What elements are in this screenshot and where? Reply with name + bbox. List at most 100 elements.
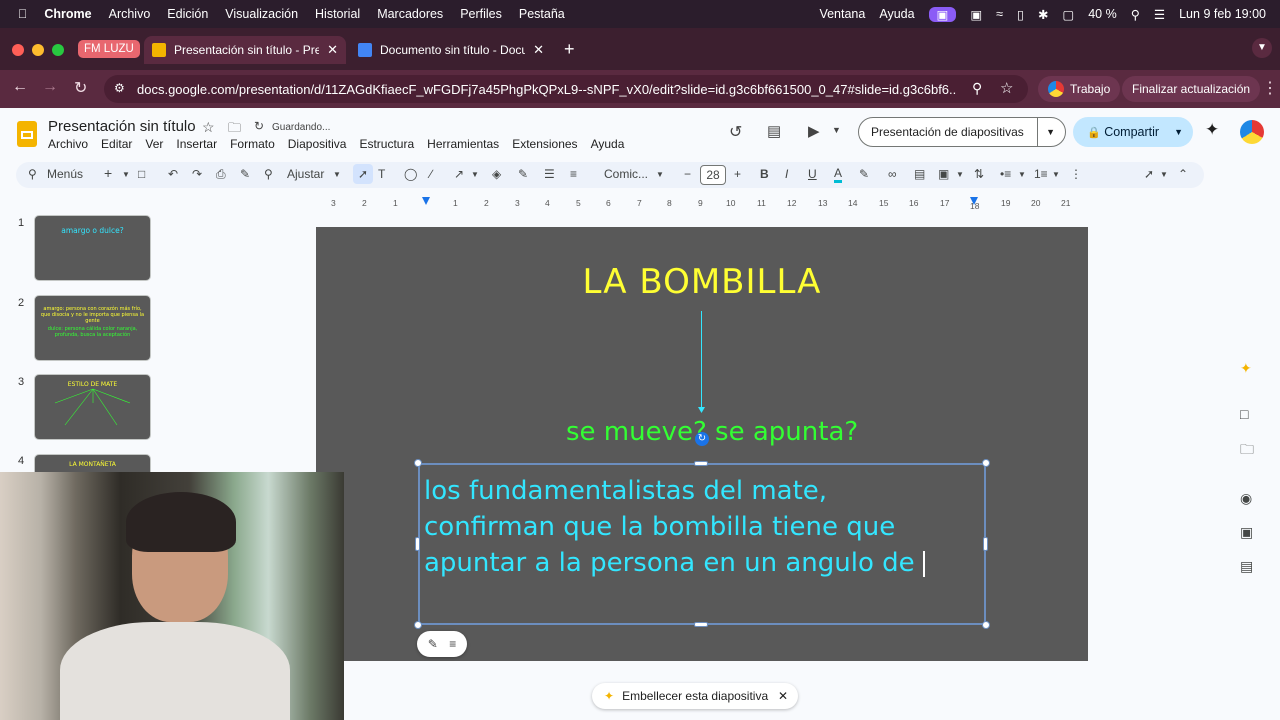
slide-body-text[interactable]: los fundamentalistas del mate, confirman… [424, 473, 984, 581]
menu-extensiones[interactable]: Extensiones [512, 137, 577, 151]
resize-handle[interactable] [694, 622, 708, 627]
slide-filmstrip[interactable]: 1 amargo o dulce? 2 amargo: persona con … [0, 212, 170, 484]
redo-icon[interactable]: ↷ [192, 167, 202, 181]
paint-format-icon[interactable]: ✎ [240, 167, 250, 181]
resize-handle[interactable] [982, 459, 990, 467]
menubar-view[interactable]: Visualización [225, 7, 298, 21]
slideshow-button[interactable]: Presentación de diapositivas ▼ [858, 117, 1066, 147]
zoom-dropdown-icon[interactable]: ▼ [333, 170, 341, 179]
gemini-icon[interactable]: ✦ [1205, 120, 1219, 140]
menubar-history[interactable]: Historial [315, 7, 360, 21]
slides-panel-icon[interactable]: ▤ [1240, 558, 1253, 575]
tab-document[interactable]: Documento sin título - Docum ✕ [350, 36, 552, 64]
numbered-dropdown-icon[interactable]: ▼ [1052, 170, 1060, 179]
menu-diapositiva[interactable]: Diapositiva [288, 137, 347, 151]
menubar-edit[interactable]: Edición [167, 7, 208, 21]
record-icon[interactable]: ◉ [1240, 490, 1252, 507]
resize-handle[interactable] [694, 461, 708, 466]
tab-group-fm-luzu[interactable]: FM LUZU [78, 40, 140, 58]
border-color-icon[interactable]: ✎ [518, 167, 528, 181]
fill-color-icon[interactable]: ◈ [492, 167, 501, 181]
beautify-slide-chip[interactable]: ✦ Embellecer esta diapositiva ✕ [592, 683, 798, 709]
select-cursor-icon[interactable]: ➚ [353, 164, 373, 184]
bullets-dropdown-icon[interactable]: ▼ [1018, 170, 1026, 179]
menubar-window[interactable]: Ventana [819, 7, 865, 21]
battery-menu-icon[interactable]: ▯ [1017, 7, 1024, 22]
version-history-icon[interactable]: ↺ [729, 122, 742, 142]
slide-canvas[interactable]: LA BOMBILLA se mueve? se apunta? ↻ los f… [316, 227, 1088, 661]
slide-thumbnail-1[interactable]: amargo o dulce? [34, 215, 151, 281]
font-select[interactable]: Comic... [604, 167, 648, 181]
decrease-font-icon[interactable]: − [684, 167, 691, 181]
menubar-tab[interactable]: Pestaña [519, 7, 565, 21]
menu-editar[interactable]: Editar [101, 137, 132, 151]
text-align-icon[interactable]: ≡ [940, 167, 947, 181]
slides-logo-icon[interactable] [17, 121, 37, 147]
display-icon[interactable]: ▣ [970, 7, 982, 22]
font-size-input[interactable]: 28 [700, 165, 726, 185]
close-tab-icon[interactable]: ✕ [533, 42, 544, 58]
meet-dropdown-icon[interactable]: ▼ [832, 125, 841, 135]
forward-icon[interactable]: → [42, 78, 58, 96]
increase-font-icon[interactable]: + [734, 167, 741, 181]
minimize-window-button[interactable] [32, 44, 44, 56]
more-menu-icon[interactable]: ⋮ [1262, 78, 1278, 98]
menu-formato[interactable]: Formato [230, 137, 275, 151]
text-box-icon[interactable]: T [378, 167, 385, 181]
star-icon[interactable]: ☆ [202, 119, 215, 136]
meet-icon[interactable]: ▶ [808, 122, 820, 140]
menubar-app-name[interactable]: Chrome [44, 7, 91, 21]
menubar-help[interactable]: Ayuda [879, 7, 914, 21]
slide-thumbnail-3[interactable]: ESTILO DE MATE [34, 374, 151, 440]
rotate-handle-icon[interactable]: ↻ [695, 432, 709, 446]
reload-icon[interactable]: ↻ [74, 78, 87, 98]
shape-icon[interactable]: ◯ [404, 167, 417, 181]
menubar-file[interactable]: Archivo [109, 7, 151, 21]
bullets-icon[interactable]: •≡ [1000, 167, 1011, 181]
url-text[interactable]: docs.google.com/presentation/d/11ZAGdKfi… [137, 82, 957, 97]
edit-mode-icon[interactable]: ➚ [1144, 167, 1154, 181]
clock[interactable]: Lun 9 feb 19:00 [1179, 7, 1266, 21]
share-dropdown-icon[interactable]: ▼ [1174, 117, 1183, 147]
line-icon[interactable]: ∕ [430, 167, 432, 181]
menu-archivo[interactable]: Archivo [48, 137, 88, 151]
bookmark-star-icon[interactable]: ☆ [1000, 79, 1013, 97]
zoom-icon[interactable]: ⚲ [972, 80, 982, 97]
line-style-icon[interactable]: ↗ [454, 167, 464, 181]
border-weight-icon[interactable]: ☰ [544, 167, 555, 181]
text-box-quick-actions[interactable]: ✎ ≡ [417, 631, 467, 657]
slide-title[interactable]: LA BOMBILLA [316, 262, 1088, 302]
battery-level[interactable]: 40 % [1088, 7, 1117, 21]
maximize-window-button[interactable] [52, 44, 64, 56]
new-slide-icon[interactable]: + [104, 165, 112, 181]
close-window-button[interactable] [12, 44, 24, 56]
beautify-icon[interactable]: ✦ [1240, 360, 1252, 377]
zoom-fit-select[interactable]: Ajustar [287, 167, 324, 181]
resize-handle[interactable] [415, 537, 420, 551]
comments-icon[interactable]: ▤ [767, 122, 781, 140]
zoom-icon[interactable]: ⚲ [264, 167, 273, 181]
keep-icon[interactable]: □ [1240, 406, 1248, 422]
resize-handle[interactable] [414, 621, 422, 629]
indent-marker-icon[interactable] [422, 197, 430, 205]
control-center-icon[interactable]: ☰ [1154, 7, 1165, 22]
align-dropdown-icon[interactable]: ▼ [956, 170, 964, 179]
screen-share-icon[interactable]: ▣ [928, 6, 957, 22]
screen-mirror-icon[interactable]: ▢ [1062, 7, 1074, 22]
slide-subtitle[interactable]: se mueve? se apunta? [566, 417, 858, 447]
new-slide-dropdown-icon[interactable]: ▼ [122, 170, 130, 179]
comment-icon[interactable]: ▤ [914, 167, 925, 181]
video-icon[interactable]: ▣ [1240, 524, 1253, 541]
horizontal-ruler[interactable]: 3 2 1 1 2 3 4 5 6 7 8 9 10 11 12 13 14 1… [316, 197, 1088, 212]
menubar-profiles[interactable]: Perfiles [460, 7, 502, 21]
print-icon[interactable]: ⎙ [216, 167, 226, 182]
line-dropdown-icon[interactable]: ▼ [471, 170, 479, 179]
resize-handle[interactable] [414, 459, 422, 467]
collapse-toolbar-icon[interactable]: ⌃ [1178, 167, 1188, 181]
profile-button[interactable]: Trabajo [1038, 76, 1121, 102]
document-title[interactable]: Presentación sin título [48, 118, 196, 135]
numbered-list-icon[interactable]: 1≡ [1034, 167, 1048, 181]
bluetooth-icon[interactable]: ✱ [1038, 7, 1048, 22]
layout-icon[interactable]: □ [138, 167, 145, 181]
finish-update-button[interactable]: Finalizar actualización [1122, 76, 1261, 102]
